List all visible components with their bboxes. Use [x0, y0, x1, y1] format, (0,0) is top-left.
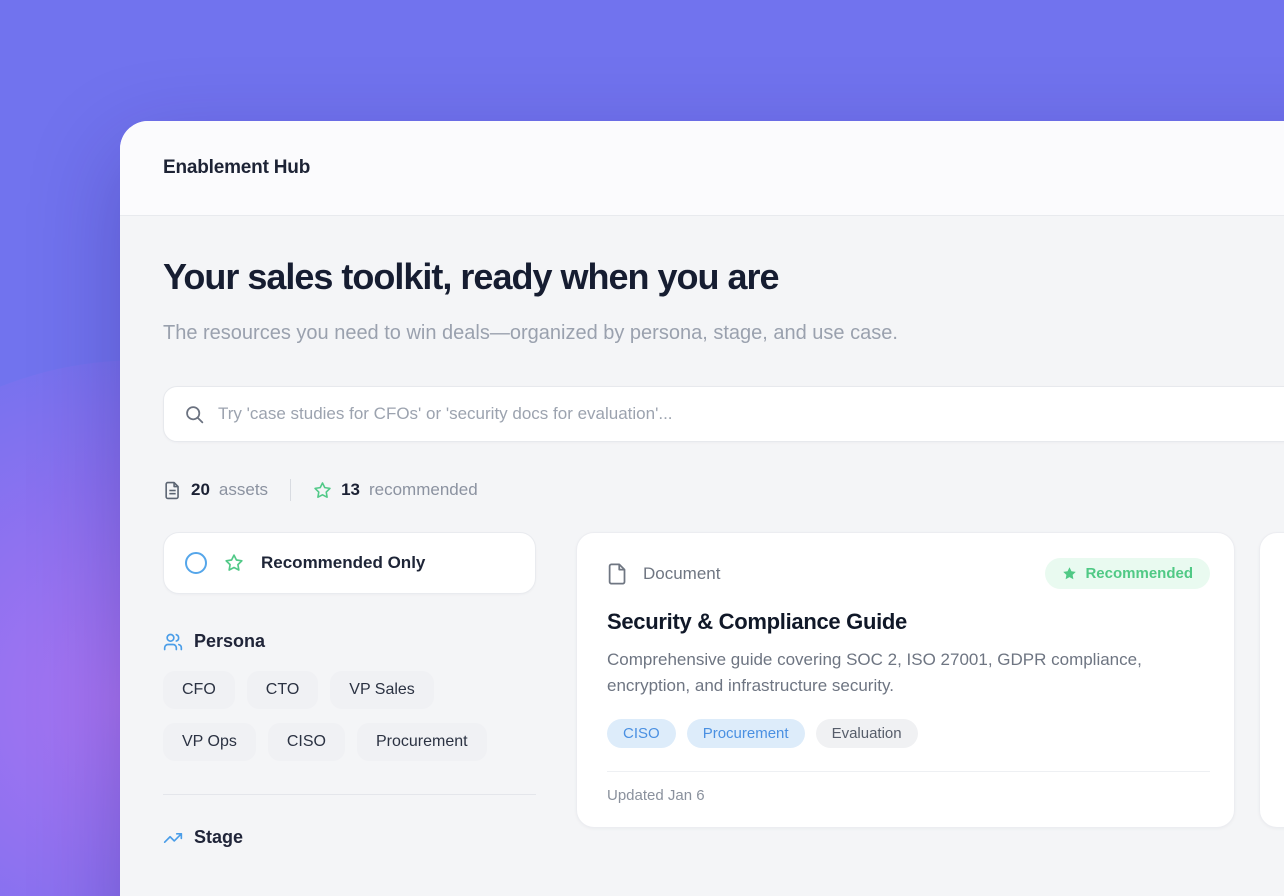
tag-evaluation: Evaluation [816, 719, 918, 748]
stats-bar: 20 assets 13 recommended [163, 479, 1284, 501]
recommended-badge-label: Recommended [1085, 565, 1193, 582]
persona-chip-cto[interactable]: CTO [247, 671, 318, 709]
search-bar [163, 386, 1284, 442]
assets-count-stat: 20 assets [163, 480, 268, 500]
persona-chip-ciso[interactable]: CISO [268, 723, 345, 761]
star-icon [224, 553, 244, 573]
asset-type: Document [607, 562, 720, 586]
assets-count: 20 [191, 480, 210, 500]
recommended-badge: Recommended [1045, 558, 1210, 589]
asset-card-partial[interactable] [1259, 532, 1284, 828]
document-icon [163, 481, 182, 500]
filters-sidebar: Recommended Only Persona CFO CTO VP Sale… [163, 532, 536, 848]
persona-section-label: Persona [194, 631, 265, 652]
stats-divider [290, 479, 291, 501]
tag-procurement: Procurement [687, 719, 805, 748]
assets-label: assets [219, 480, 268, 500]
results-grid: Document Recommended Security & Complian… [576, 532, 1284, 848]
page-title: Your sales toolkit, ready when you are [163, 257, 1284, 297]
persona-icon [163, 632, 183, 652]
radio-circle-icon[interactable] [185, 552, 207, 574]
recommended-count: 13 [341, 480, 360, 500]
recommended-label: recommended [369, 480, 478, 500]
asset-updated-date: Updated Jan 6 [607, 787, 1210, 804]
persona-chips: CFO CTO VP Sales VP Ops CISO Procurement [163, 671, 536, 761]
stage-section-label: Stage [194, 827, 243, 848]
recommended-only-toggle[interactable]: Recommended Only [163, 532, 536, 594]
persona-section-header: Persona [163, 631, 536, 652]
asset-card[interactable]: Document Recommended Security & Complian… [576, 532, 1235, 828]
search-input[interactable] [218, 404, 1284, 424]
tag-ciso: CISO [607, 719, 676, 748]
asset-type-label: Document [643, 564, 720, 584]
file-icon [607, 562, 628, 586]
asset-description: Comprehensive guide covering SOC 2, ISO … [607, 647, 1187, 699]
recommended-count-stat: 13 recommended [313, 480, 478, 500]
persona-chip-vp-ops[interactable]: VP Ops [163, 723, 256, 761]
panel-header: Enablement Hub [120, 121, 1284, 216]
asset-tags: CISO Procurement Evaluation [607, 719, 1210, 748]
screen: Enablement Hub Your sales toolkit, ready… [0, 0, 1284, 896]
enablement-hub-window: Enablement Hub Your sales toolkit, ready… [120, 121, 1284, 896]
page-subtitle: The resources you need to win deals—orga… [163, 314, 913, 352]
recommended-only-label: Recommended Only [261, 553, 425, 573]
stage-icon [163, 828, 183, 848]
persona-chip-cfo[interactable]: CFO [163, 671, 235, 709]
star-filled-icon [1062, 566, 1077, 581]
stage-section-header: Stage [163, 827, 536, 848]
card-top-row: Document Recommended [607, 558, 1210, 589]
persona-chip-vp-sales[interactable]: VP Sales [330, 671, 434, 709]
persona-chip-procurement[interactable]: Procurement [357, 723, 487, 761]
star-icon [313, 481, 332, 500]
card-footer-divider [607, 771, 1210, 772]
app-title: Enablement Hub [163, 157, 310, 179]
sidebar-divider [163, 794, 536, 795]
search-icon [184, 404, 205, 425]
asset-title: Security & Compliance Guide [607, 609, 1210, 635]
content-area: Recommended Only Persona CFO CTO VP Sale… [163, 532, 1284, 848]
panel-body: Your sales toolkit, ready when you are T… [120, 216, 1284, 848]
